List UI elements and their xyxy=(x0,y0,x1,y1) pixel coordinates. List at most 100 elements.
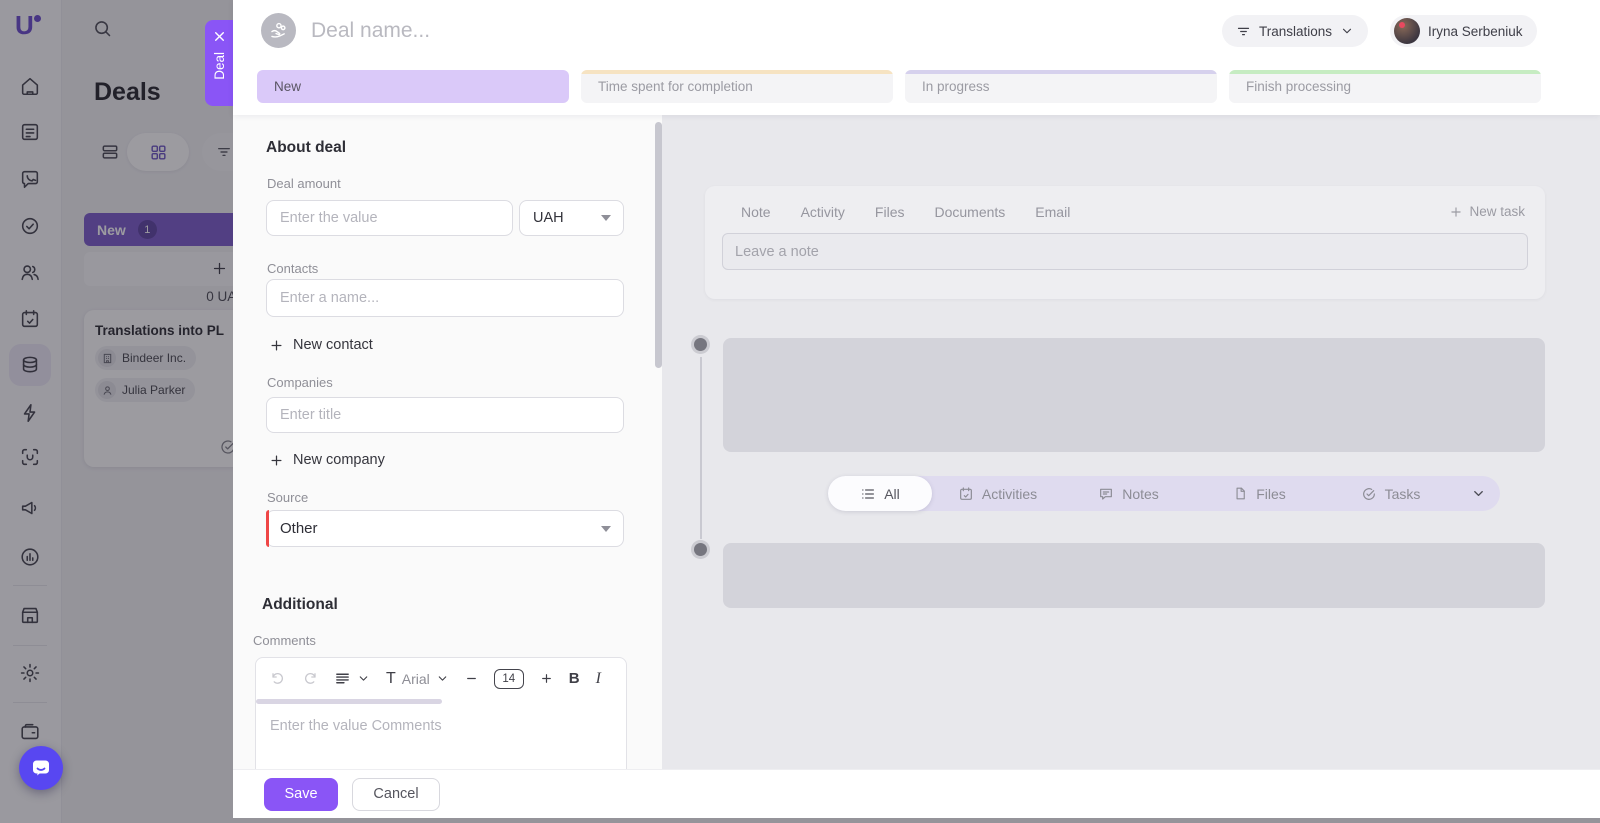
deal-modal: Deal Translations Iryna Serbeniuk New Ti… xyxy=(233,0,1600,818)
companies-label: Companies xyxy=(267,375,333,390)
comments-editor[interactable]: T Arial 14 B I Enter the value Comments xyxy=(255,657,627,770)
timeline-dot xyxy=(694,338,707,351)
stage-time-spent[interactable]: Time spent for completion xyxy=(581,70,893,103)
close-icon[interactable] xyxy=(213,30,226,43)
activity-panel: Note Activity Files Documents Email New … xyxy=(662,115,1600,770)
hand-coins-icon xyxy=(268,20,289,41)
new-task-button[interactable]: New task xyxy=(1449,204,1525,219)
funnel-name: Translations xyxy=(1259,24,1332,39)
new-contact-button[interactable]: New contact xyxy=(269,337,373,353)
source-value: Other xyxy=(280,520,318,537)
funnel-icon xyxy=(1236,24,1251,39)
filter-label: Files xyxy=(1256,486,1286,502)
cancel-button[interactable]: Cancel xyxy=(352,778,440,811)
stage-label: Time spent for completion xyxy=(598,79,753,94)
font-size-increase[interactable] xyxy=(540,672,553,685)
filter-activities[interactable]: Activities xyxy=(932,486,1063,502)
tab-files[interactable]: Files xyxy=(875,204,905,220)
stage-finish-processing[interactable]: Finish processing xyxy=(1229,70,1541,103)
toolbar-scrollbar[interactable] xyxy=(256,699,626,704)
list-icon xyxy=(860,486,876,502)
tab-note[interactable]: Note xyxy=(741,204,771,220)
timeline-placeholder-block xyxy=(723,543,1545,608)
deal-modal-close-tab[interactable]: Deal xyxy=(205,20,233,106)
chat-widget-icon xyxy=(29,756,53,780)
chevron-down-icon xyxy=(601,526,611,532)
source-select[interactable]: Other xyxy=(266,510,624,547)
file-icon xyxy=(1233,486,1248,501)
align-icon xyxy=(334,670,351,687)
currency-select[interactable]: UAH xyxy=(519,200,624,236)
filter-expand-chevron[interactable] xyxy=(1456,486,1500,501)
redo-icon[interactable] xyxy=(302,671,318,687)
calendar-icon xyxy=(958,486,974,502)
new-company-button[interactable]: New company xyxy=(269,452,385,468)
user-avatar xyxy=(1394,18,1420,44)
check-circle-icon xyxy=(1361,486,1377,502)
chat-widget-button[interactable] xyxy=(19,746,63,790)
filter-label: Tasks xyxy=(1385,486,1421,502)
new-company-label: New company xyxy=(293,452,385,468)
stage-new[interactable]: New xyxy=(257,70,569,103)
modal-footer: Save Cancel xyxy=(233,769,1600,818)
section-additional: Additional xyxy=(262,596,338,614)
form-scrollbar[interactable] xyxy=(655,122,662,368)
text-format-icon: T xyxy=(386,670,396,688)
section-about-deal: About deal xyxy=(266,139,346,157)
font-size-decrease[interactable] xyxy=(465,672,478,685)
source-label: Source xyxy=(267,490,308,505)
align-menu[interactable] xyxy=(334,670,370,687)
new-task-label: New task xyxy=(1469,204,1525,219)
currency-value: UAH xyxy=(533,210,564,226)
contacts-input[interactable] xyxy=(266,279,624,317)
filter-label: Activities xyxy=(982,486,1037,502)
comments-label: Comments xyxy=(253,633,316,648)
filter-label: All xyxy=(884,486,900,502)
filter-notes[interactable]: Notes xyxy=(1063,486,1194,502)
undo-icon[interactable] xyxy=(270,671,286,687)
stage-in-progress[interactable]: In progress xyxy=(905,70,1217,103)
filter-tasks[interactable]: Tasks xyxy=(1325,486,1456,502)
tab-documents[interactable]: Documents xyxy=(934,204,1005,220)
user-name: Iryna Serbeniuk xyxy=(1428,24,1523,39)
chevron-down-icon xyxy=(1340,24,1354,38)
new-contact-label: New contact xyxy=(293,337,373,353)
deal-form: About deal Deal amount UAH Contacts New … xyxy=(233,115,661,770)
contacts-label: Contacts xyxy=(267,261,318,276)
editor-toolbar: T Arial 14 B I xyxy=(256,658,626,699)
composer-tabs: Note Activity Files Documents Email xyxy=(741,204,1070,220)
plus-icon xyxy=(269,453,284,468)
companies-input[interactable] xyxy=(266,397,624,433)
save-button[interactable]: Save xyxy=(264,778,338,811)
filter-files[interactable]: Files xyxy=(1194,486,1325,502)
funnel-selector[interactable]: Translations xyxy=(1222,15,1368,47)
modal-body: About deal Deal amount UAH Contacts New … xyxy=(233,115,1600,770)
plus-icon xyxy=(1449,205,1463,219)
italic-button[interactable]: I xyxy=(596,670,601,688)
font-family-menu[interactable]: T Arial xyxy=(386,670,449,688)
leave-note-input[interactable] xyxy=(722,233,1528,270)
tab-email[interactable]: Email xyxy=(1035,204,1070,220)
bold-button[interactable]: B xyxy=(569,670,580,687)
note-composer-card: Note Activity Files Documents Email New … xyxy=(705,186,1545,299)
filter-label: Notes xyxy=(1122,486,1159,502)
plus-icon xyxy=(269,338,284,353)
timeline-dot xyxy=(694,543,707,556)
stage-label: Finish processing xyxy=(1246,79,1351,94)
deal-amount-label: Deal amount xyxy=(267,176,341,191)
responsible-user-pill[interactable]: Iryna Serbeniuk xyxy=(1390,15,1537,47)
deal-avatar xyxy=(261,13,296,48)
filter-all[interactable]: All xyxy=(828,476,932,511)
chevron-down-icon xyxy=(357,672,370,685)
chevron-down-icon xyxy=(601,215,611,221)
chevron-down-icon xyxy=(436,672,449,685)
comments-input[interactable]: Enter the value Comments xyxy=(256,704,626,748)
stage-label: New xyxy=(274,79,301,94)
deal-amount-input[interactable] xyxy=(266,200,513,236)
tab-activity[interactable]: Activity xyxy=(801,204,845,220)
deal-name-input[interactable] xyxy=(309,18,813,44)
timeline-filter-bar: All Activities Notes Files xyxy=(828,476,1500,511)
pipeline-stages: New Time spent for completion In progres… xyxy=(257,70,1541,103)
stage-label: In progress xyxy=(922,79,990,94)
font-size-value[interactable]: 14 xyxy=(494,669,524,689)
